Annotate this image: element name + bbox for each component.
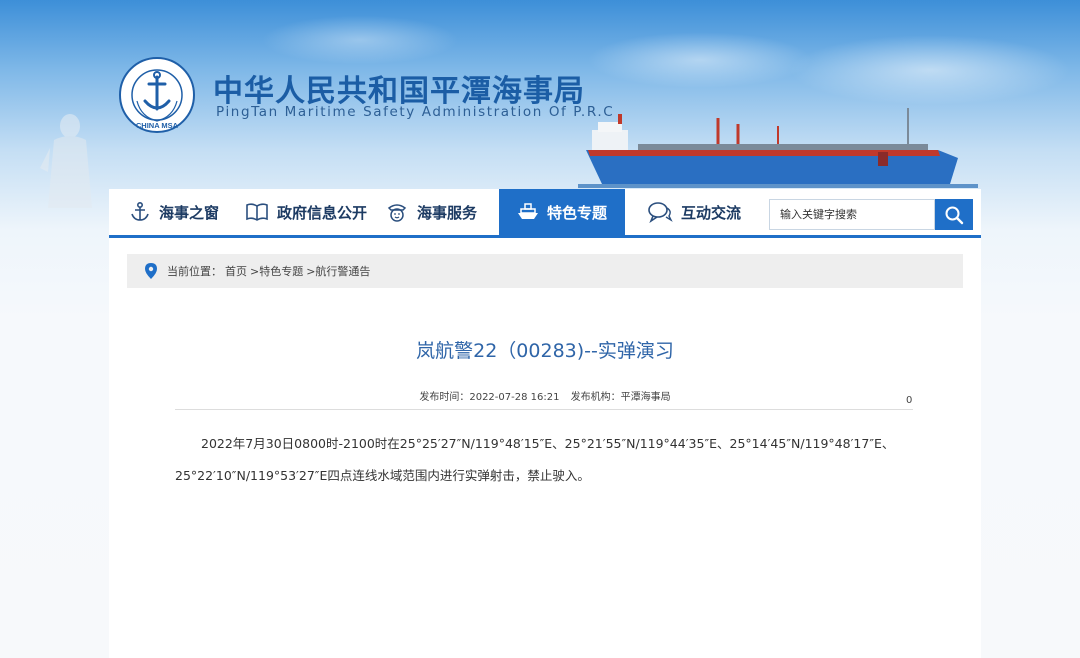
divider [175,409,913,410]
chat-icon [648,202,673,223]
search-input[interactable]: 输入关键字搜索 [769,199,935,230]
msa-logo-icon: CHINA MSA [119,57,195,133]
publish-time: 发布时间：2022-07-28 16:21 [419,392,560,403]
site-subtitle: PingTan Maritime Safety Administration O… [216,104,615,120]
nav-item-label: 海事服务 [417,203,478,222]
nav-item-special-topics[interactable]: 特色专题 [499,189,625,235]
nav-item-label: 特色专题 [546,203,607,222]
main-nav: 海事之窗 政府信息公开 海事服务 特色专题 互动交流 输入关键字搜索 [109,189,981,238]
nav-item-label: 互动交流 [681,203,742,222]
svg-text:CHINA MSA: CHINA MSA [136,121,179,130]
location-pin-icon [145,263,157,279]
breadcrumb: 当前位置： 首页 >特色专题 >航行警通告 [127,254,963,288]
book-icon [246,203,268,221]
breadcrumb-prefix: 当前位置： [167,265,222,278]
tanker-ship-image [578,108,978,188]
search-button[interactable] [935,199,973,230]
statue-icon [40,114,92,208]
article-title: 岚航警22（00283)--实弹演习 [416,340,674,362]
nav-item-label: 政府信息公开 [277,203,368,222]
publisher: 发布机构：平潭海事局 [570,392,671,403]
view-count: 0 [906,395,913,406]
article-paragraph: 2022年7月30日0800时-2100时在25°25′27″N/119°48′… [175,436,895,483]
site-header: CHINA MSA 中华人民共和国平潭海事局 PingTan Maritime … [0,0,1080,208]
nav-item-label: 海事之窗 [159,203,220,222]
article-meta: 发布时间：2022-07-28 16:21 发布机构：平潭海事局 [109,388,981,403]
nav-item-maritime-window[interactable]: 海事之窗 [129,189,219,235]
officer-icon [387,204,407,222]
nav-item-maritime-service[interactable]: 海事服务 [385,189,477,235]
breadcrumb-navigation-notices[interactable]: >航行警通告 [306,263,370,279]
content-panel: 当前位置： 首页 >特色专题 >航行警通告 岚航警22（00283)--实弹演习… [109,238,981,658]
ship-icon [517,203,538,219]
anchor-icon [131,201,149,221]
breadcrumb-special-topics[interactable]: >特色专题 [250,263,303,279]
nav-item-gov-info[interactable]: 政府信息公开 [245,189,367,235]
nav-item-interaction[interactable]: 互动交流 [647,189,741,235]
breadcrumb-home[interactable]: 首页 [225,263,247,279]
search-icon [945,206,964,224]
article-body: 2022年7月30日0800时-2100时在25°25′27″N/119°48′… [175,428,905,492]
